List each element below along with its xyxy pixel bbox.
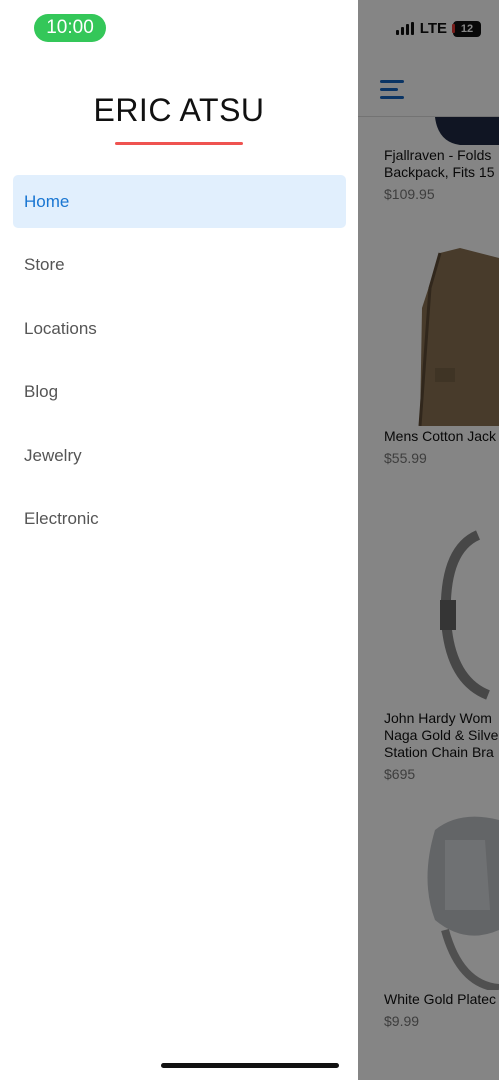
- drawer-nav: Home Store Locations Blog Jewelry Electr…: [13, 175, 346, 556]
- drawer-title: ERIC ATSU: [93, 92, 265, 128]
- nav-item-store[interactable]: Store: [13, 239, 346, 292]
- title-underline: [115, 142, 243, 145]
- navigation-drawer: 10:00 ERIC ATSU Home Store Locations Blo…: [0, 0, 358, 1080]
- nav-item-locations[interactable]: Locations: [13, 302, 346, 355]
- nav-item-blog[interactable]: Blog: [13, 366, 346, 419]
- nav-item-electronic[interactable]: Electronic: [13, 493, 346, 546]
- status-time: 10:00: [34, 14, 106, 42]
- nav-item-jewelry[interactable]: Jewelry: [13, 429, 346, 482]
- nav-item-home[interactable]: Home: [13, 175, 346, 228]
- home-indicator[interactable]: [161, 1063, 339, 1068]
